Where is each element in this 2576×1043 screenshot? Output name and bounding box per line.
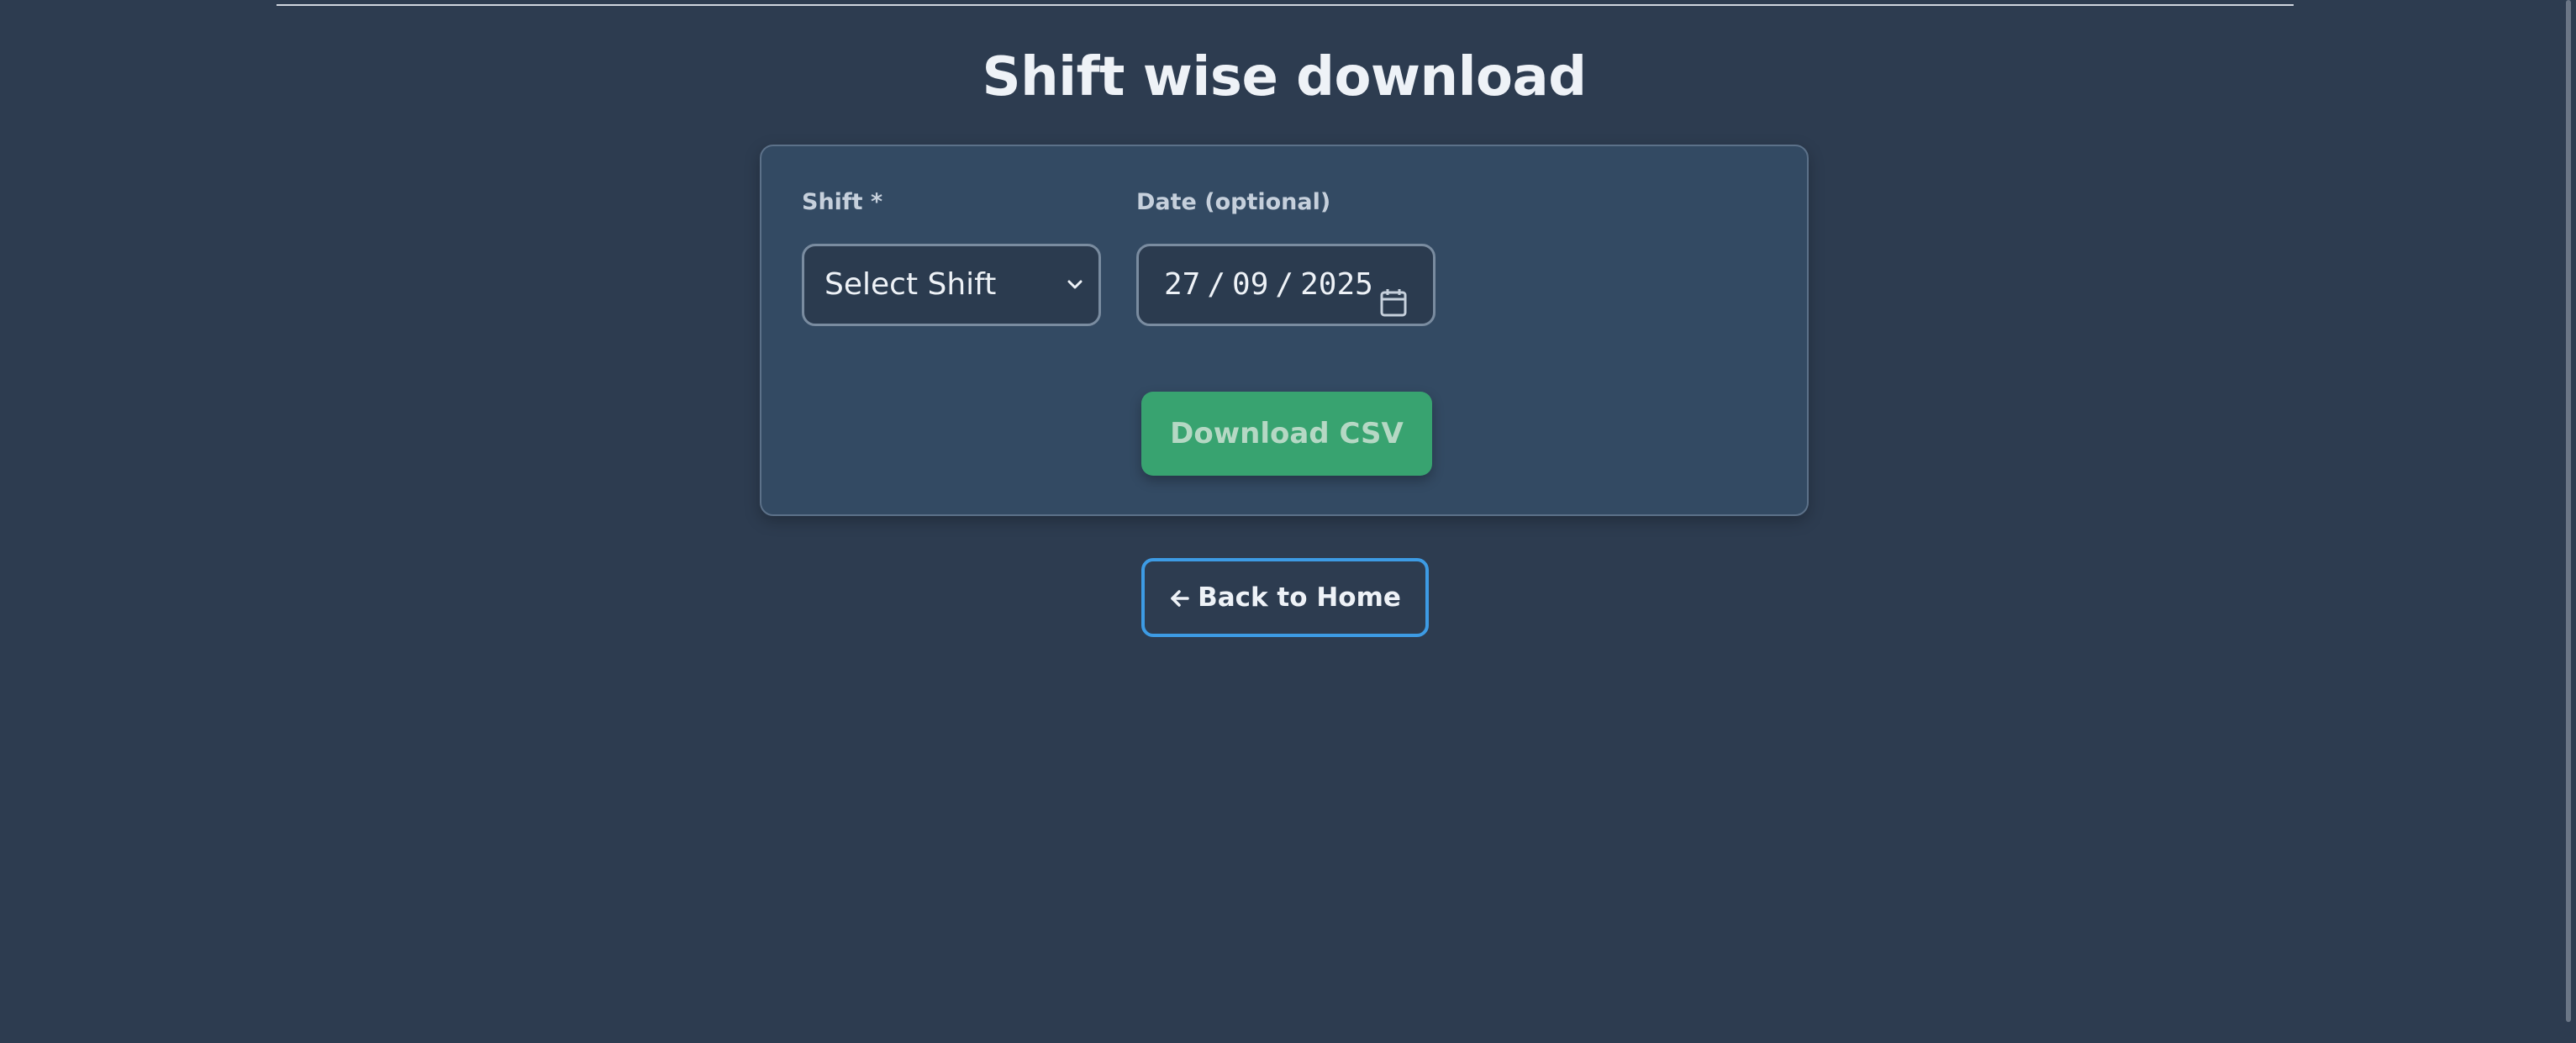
date-separator: / <box>1275 267 1294 302</box>
calendar-icon[interactable] <box>1379 270 1408 317</box>
date-day[interactable]: 27 <box>1164 267 1200 302</box>
scrollbar-thumb[interactable] <box>2566 0 2571 1022</box>
date-year[interactable]: 2025 <box>1300 267 1373 302</box>
date-label: Date (optional) <box>1136 189 1331 215</box>
download-csv-button[interactable]: Download CSV <box>1141 392 1432 476</box>
shift-select[interactable]: Select Shift <box>802 244 1101 326</box>
scrollbar-track[interactable] <box>2559 0 2576 1043</box>
shift-select-value: Select Shift <box>824 267 997 302</box>
date-separator: / <box>1207 267 1226 302</box>
chevron-down-icon <box>1063 246 1087 324</box>
shift-label: Shift * <box>802 189 883 215</box>
date-input[interactable]: 27/09/2025 <box>1136 244 1436 326</box>
back-to-home-label: Back to Home <box>1198 582 1401 613</box>
back-to-home-button[interactable]: Back to Home <box>1141 558 1429 637</box>
page-title: Shift wise download <box>982 46 1587 108</box>
header-divider <box>277 4 2294 6</box>
arrow-left-icon <box>1169 561 1189 634</box>
download-form-card: Shift * Date (optional) Select Shift 27/… <box>760 145 1809 516</box>
date-month[interactable]: 09 <box>1232 267 1268 302</box>
page: Shift wise download Shift * Date (option… <box>0 0 2576 1043</box>
